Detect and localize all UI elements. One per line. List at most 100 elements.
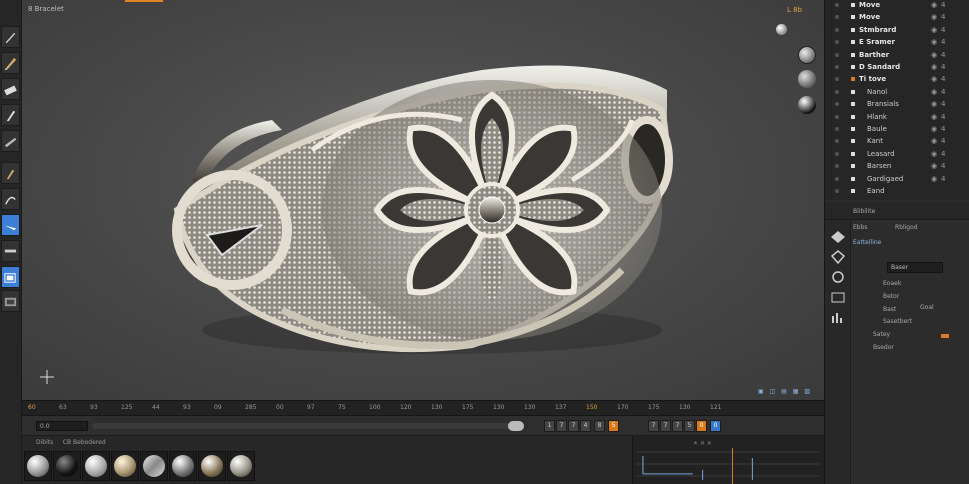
lock-icon[interactable]: 4 xyxy=(941,123,945,135)
material-swatch-black[interactable] xyxy=(53,451,81,481)
visibility-icon[interactable]: ◉ xyxy=(931,173,937,185)
transform-tool-button[interactable] xyxy=(1,214,20,236)
material-swatch-brushed[interactable] xyxy=(140,451,168,481)
shading-solid-icon[interactable] xyxy=(776,24,787,35)
material-swatch-silver[interactable] xyxy=(24,451,52,481)
timeline-button[interactable]: 7 xyxy=(672,420,683,432)
smudge-tool-button[interactable] xyxy=(1,162,20,184)
lock-icon[interactable]: 4 xyxy=(941,148,945,160)
visibility-icon[interactable]: ◉ xyxy=(931,111,937,123)
outliner-row[interactable]: Move ◉ 4 xyxy=(825,11,969,23)
timeline-button[interactable]: 1 xyxy=(544,420,555,432)
lock-icon[interactable]: 4 xyxy=(941,61,945,73)
current-frame-field[interactable]: 0.0 xyxy=(36,421,88,431)
3d-viewport[interactable]: 8 Bracelet L 8b ▣ ◫ ▤ ▦ ▨ xyxy=(22,0,824,400)
scrubber-knob[interactable] xyxy=(508,421,524,431)
shading-wire-icon[interactable] xyxy=(798,96,816,114)
object-props-icon[interactable] xyxy=(830,230,846,244)
timeline-button[interactable]: 0 xyxy=(696,420,707,432)
timeline-button[interactable]: 4 xyxy=(580,420,591,432)
lock-icon[interactable]: 4 xyxy=(941,36,945,48)
texture-tool-button[interactable] xyxy=(1,290,20,312)
material-tab-1[interactable]: Dibits xyxy=(36,439,53,446)
props-field-1[interactable]: Baser xyxy=(887,262,943,273)
props-row[interactable]: Eoaek xyxy=(883,280,901,287)
outliner-row[interactable]: Bransials ◉ 4 xyxy=(825,98,969,110)
lock-icon[interactable]: 4 xyxy=(941,11,945,23)
outliner-row[interactable]: Gardigaed ◉ 4 xyxy=(825,173,969,185)
outliner-row[interactable]: Baule ◉ 4 xyxy=(825,123,969,135)
lock-icon[interactable]: 4 xyxy=(941,73,945,85)
layers-tool-button[interactable] xyxy=(1,266,20,288)
timeline-button[interactable]: 8 xyxy=(594,420,605,432)
lock-icon[interactable]: 4 xyxy=(941,135,945,147)
stats-props-icon[interactable] xyxy=(830,310,846,324)
timeline-ruler[interactable]: 60 63 93 125 44 93 09 285 00 97 75 100 120 130 175 130 1… xyxy=(22,400,824,416)
shading-render-icon[interactable] xyxy=(798,70,816,88)
visibility-icon[interactable]: ◉ xyxy=(931,0,937,11)
outliner-row[interactable]: E Sramer ◉ 4 xyxy=(825,36,969,48)
visibility-icon[interactable]: ◉ xyxy=(931,135,937,147)
material-swatch-gold[interactable] xyxy=(111,451,139,481)
pen-tool-button[interactable] xyxy=(1,26,20,48)
knife-tool-button[interactable] xyxy=(1,130,20,152)
props-tab-1[interactable]: Ebbs xyxy=(853,224,868,231)
outliner-row[interactable]: Stmbrard ◉ 4 xyxy=(825,24,969,36)
outliner-row[interactable]: Barther ◉ 4 xyxy=(825,49,969,61)
visibility-icon[interactable]: ◉ xyxy=(931,160,937,172)
material-tab-2[interactable]: CB Bebodered xyxy=(63,439,106,446)
props-tab-2[interactable]: Rbligod xyxy=(895,224,918,231)
pencil-tool-button[interactable] xyxy=(1,52,20,74)
folder-props-icon[interactable] xyxy=(830,290,846,304)
lock-icon[interactable]: 4 xyxy=(941,111,945,123)
outliner-row[interactable]: D Sandard ◉ 4 xyxy=(825,61,969,73)
lock-icon[interactable]: 4 xyxy=(941,98,945,110)
timeline-button[interactable]: 7 xyxy=(648,420,659,432)
shading-material-icon[interactable] xyxy=(798,46,816,64)
outliner-row[interactable]: Leasard ◉ 4 xyxy=(825,148,969,160)
material-swatch-chrome[interactable] xyxy=(82,451,110,481)
timeline-scrubber[interactable] xyxy=(92,423,520,429)
visibility-icon[interactable]: ◉ xyxy=(931,36,937,48)
brush-tool-button[interactable] xyxy=(1,104,20,126)
outliner-row[interactable]: Kant ◉ 4 xyxy=(825,135,969,147)
props-row[interactable]: Bast xyxy=(883,306,896,313)
graph-editor[interactable]: ㅊ ✕ ✕ xyxy=(632,436,824,484)
outliner-row[interactable]: Eand xyxy=(825,185,969,197)
outliner-row[interactable]: Hlank ◉ 4 xyxy=(825,111,969,123)
outliner-row[interactable]: Move ◉ 4 xyxy=(825,0,969,11)
material-swatch-platinum[interactable] xyxy=(227,451,255,481)
lock-icon[interactable]: 4 xyxy=(941,0,945,11)
visibility-icon[interactable]: ◉ xyxy=(931,73,937,85)
bracelet-model[interactable] xyxy=(162,60,682,360)
props-row[interactable]: Sasetbert xyxy=(883,318,912,325)
ruler-tool-button[interactable] xyxy=(1,240,20,262)
visibility-icon[interactable]: ◉ xyxy=(931,86,937,98)
lock-icon[interactable]: 4 xyxy=(941,49,945,61)
props-row[interactable]: Betor xyxy=(883,293,899,300)
outliner-row[interactable]: Nanol ◉ 4 xyxy=(825,86,969,98)
timeline-button[interactable]: 0 xyxy=(710,420,721,432)
timeline-button[interactable]: 5 xyxy=(684,420,695,432)
outliner-row[interactable]: Ti tove ◉ 4 xyxy=(825,73,969,85)
lock-icon[interactable]: 4 xyxy=(941,160,945,172)
timeline-button[interactable]: 7 xyxy=(568,420,579,432)
timeline-button[interactable]: 7 xyxy=(660,420,671,432)
visibility-icon[interactable]: ◉ xyxy=(931,24,937,36)
visibility-icon[interactable]: ◉ xyxy=(931,123,937,135)
visibility-icon[interactable]: ◉ xyxy=(931,61,937,73)
props-row[interactable]: Bsedor xyxy=(873,344,894,351)
material-props-icon[interactable] xyxy=(830,270,846,284)
outliner-row[interactable]: Barsen ◉ 4 xyxy=(825,160,969,172)
eraser-tool-button[interactable] xyxy=(1,78,20,100)
lock-icon[interactable]: 4 xyxy=(941,86,945,98)
modifier-props-icon[interactable] xyxy=(830,250,846,264)
visibility-icon[interactable]: ◉ xyxy=(931,148,937,160)
curve-tool-button[interactable] xyxy=(1,188,20,210)
lock-icon[interactable]: 4 xyxy=(941,173,945,185)
material-swatch-steel[interactable] xyxy=(169,451,197,481)
viewport-nav-icons[interactable]: ▣ ◫ ▤ ▦ ▨ xyxy=(758,388,812,395)
visibility-icon[interactable]: ◉ xyxy=(931,98,937,110)
visibility-icon[interactable]: ◉ xyxy=(931,11,937,23)
visibility-icon[interactable]: ◉ xyxy=(931,49,937,61)
